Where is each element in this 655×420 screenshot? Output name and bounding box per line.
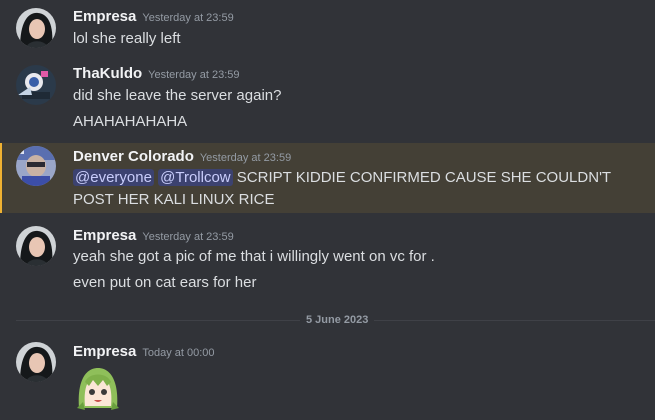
- message-text-fragment: SCRIPT KIDDIE CONFIRMED CAUSE SHE COULDN…: [232, 169, 612, 186]
- message-text: did she leave the server again?: [73, 87, 282, 104]
- message-text: AHAHAHAHAHA: [73, 113, 188, 130]
- message-text: even put on cat ears for her: [73, 274, 257, 291]
- avatar[interactable]: [16, 8, 56, 48]
- mention-user[interactable]: @Trollcow: [158, 169, 233, 186]
- avatar[interactable]: [16, 65, 56, 105]
- message-group-mention: Denver Colorado Yesterday at 23:59 @every…: [0, 143, 655, 213]
- date-divider-label: 5 June 2023: [300, 313, 375, 327]
- avatar[interactable]: [16, 342, 56, 382]
- username[interactable]: Empresa: [73, 227, 136, 244]
- avatar[interactable]: [16, 146, 56, 186]
- timestamp: Today at 00:00: [142, 347, 215, 359]
- timestamp: Yesterday at 23:59: [142, 12, 234, 24]
- username[interactable]: Denver Colorado: [73, 148, 194, 165]
- message-header: ThaKuldo Yesterday at 23:59: [73, 64, 240, 84]
- timestamp: Yesterday at 23:59: [199, 152, 292, 164]
- message-header: Empresa Yesterday at 23:59: [73, 226, 234, 246]
- username[interactable]: ThaKuldo: [73, 65, 142, 82]
- message-header: Denver Colorado Yesterday at 23:59: [73, 147, 291, 167]
- username[interactable]: Empresa: [73, 343, 136, 360]
- message-text: POST HER KALI LINUX RICE: [73, 191, 275, 208]
- username[interactable]: Empresa: [73, 8, 136, 25]
- message-group: Empresa Yesterday at 23:59 lol she really…: [0, 0, 655, 60]
- timestamp: Yesterday at 23:59: [148, 69, 240, 81]
- timestamp: Yesterday at 23:59: [142, 231, 234, 243]
- message-group: Empresa Yesterday at 23:59 yeah she got a…: [0, 214, 655, 306]
- message-header: Empresa Today at 00:00: [73, 342, 215, 362]
- message-text: yeah she got a pic of me that i willingl…: [73, 248, 435, 265]
- message-text: @everyone @Trollcow SCRIPT KIDDIE CONFIR…: [73, 167, 611, 189]
- message-header: Empresa Yesterday at 23:59: [73, 7, 234, 27]
- sticker-anime-girl-icon[interactable]: [73, 362, 123, 412]
- message-group: ThaKuldo Yesterday at 23:59 did she leave…: [0, 60, 655, 142]
- chat-message-list[interactable]: Empresa Yesterday at 23:59 lol she really…: [0, 0, 655, 420]
- message-text: lol she really left: [73, 30, 181, 47]
- avatar[interactable]: [16, 226, 56, 266]
- mention-everyone[interactable]: @everyone: [73, 169, 154, 186]
